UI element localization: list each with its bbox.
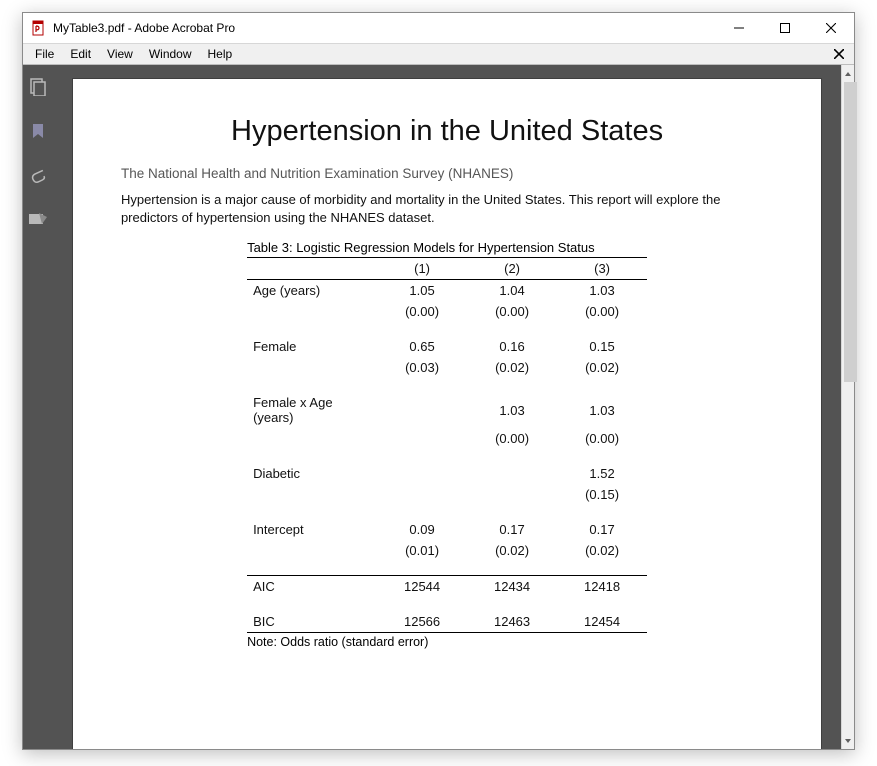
vertical-scrollbar[interactable]	[841, 65, 854, 749]
cell: 0.17	[557, 519, 647, 540]
cell: 12454	[557, 611, 647, 633]
signature-icon[interactable]	[26, 207, 50, 231]
cell: 1.04	[467, 280, 557, 302]
col-header-3: (3)	[557, 258, 647, 280]
cell: (0.00)	[557, 428, 647, 449]
menu-file[interactable]: File	[27, 45, 62, 63]
cell: 12566	[377, 611, 467, 633]
cell: (0.02)	[467, 540, 557, 561]
cell: 0.65	[377, 336, 467, 357]
cell: (0.00)	[467, 428, 557, 449]
cell: 0.17	[467, 519, 557, 540]
regression-table: Table 3: Logistic Regression Models for …	[247, 240, 647, 649]
titlebar: MyTable3.pdf - Adobe Acrobat Pro	[23, 13, 854, 43]
menu-edit[interactable]: Edit	[62, 45, 99, 63]
pdf-page: Hypertension in the United States The Na…	[73, 79, 821, 749]
row-label: Diabetic	[247, 463, 377, 484]
document-viewer: Hypertension in the United States The Na…	[53, 65, 854, 749]
bookmark-icon[interactable]	[26, 119, 50, 143]
menu-window[interactable]: Window	[141, 45, 200, 63]
scroll-down-button[interactable]	[842, 732, 854, 749]
cell: 0.15	[557, 336, 647, 357]
page-subtitle: The National Health and Nutrition Examin…	[121, 166, 773, 181]
cell: (0.00)	[557, 301, 647, 322]
cell: (0.02)	[557, 540, 647, 561]
menubar: File Edit View Window Help	[23, 43, 854, 65]
page-intro-text: Hypertension is a major cause of morbidi…	[121, 191, 773, 226]
thumbnails-icon[interactable]	[26, 75, 50, 99]
app-icon	[31, 20, 47, 36]
col-header-blank	[247, 258, 377, 280]
minimize-button[interactable]	[716, 13, 762, 43]
cell	[467, 463, 557, 484]
cell	[377, 392, 467, 428]
col-header-2: (2)	[467, 258, 557, 280]
maximize-button[interactable]	[762, 13, 808, 43]
cell: 1.52	[557, 463, 647, 484]
col-header-1: (1)	[377, 258, 467, 280]
attachment-icon[interactable]	[26, 163, 50, 187]
sidebar	[23, 65, 53, 749]
document-close-icon[interactable]	[828, 47, 850, 61]
row-label: AIC	[247, 575, 377, 597]
row-label: Age (years)	[247, 280, 377, 302]
cell	[377, 428, 467, 449]
table-caption: Table 3: Logistic Regression Models for …	[247, 240, 647, 257]
cell: (0.03)	[377, 357, 467, 378]
row-label: BIC	[247, 611, 377, 633]
cell	[467, 484, 557, 505]
cell: (0.01)	[377, 540, 467, 561]
table: (1) (2) (3) Age (years) 1.05 1.04 1.03	[247, 257, 647, 633]
row-label: Intercept	[247, 519, 377, 540]
cell	[377, 484, 467, 505]
cell	[377, 463, 467, 484]
cell: (0.02)	[557, 357, 647, 378]
app-window: MyTable3.pdf - Adobe Acrobat Pro File Ed…	[22, 12, 855, 750]
cell: 12463	[467, 611, 557, 633]
scrollbar-track[interactable]	[842, 82, 854, 732]
cell: (0.00)	[377, 301, 467, 322]
menu-view[interactable]: View	[99, 45, 141, 63]
table-note: Note: Odds ratio (standard error)	[247, 633, 647, 649]
cell: 0.09	[377, 519, 467, 540]
cell: 1.05	[377, 280, 467, 302]
close-button[interactable]	[808, 13, 854, 43]
cell: 12418	[557, 575, 647, 597]
cell: 1.03	[557, 280, 647, 302]
page-title: Hypertension in the United States	[121, 115, 773, 148]
cell: 12434	[467, 575, 557, 597]
cell: (0.15)	[557, 484, 647, 505]
scroll-up-button[interactable]	[842, 65, 854, 82]
cell: (0.00)	[467, 301, 557, 322]
row-label: Female	[247, 336, 377, 357]
cell: 1.03	[467, 392, 557, 428]
scrollbar-thumb[interactable]	[844, 82, 857, 382]
workarea: Hypertension in the United States The Na…	[23, 65, 854, 749]
cell: 12544	[377, 575, 467, 597]
cell: (0.02)	[467, 357, 557, 378]
window-controls	[716, 13, 854, 43]
window-title: MyTable3.pdf - Adobe Acrobat Pro	[53, 21, 235, 35]
cell: 1.03	[557, 392, 647, 428]
row-label: Female x Age (years)	[247, 392, 377, 428]
document-scroll-area[interactable]: Hypertension in the United States The Na…	[53, 65, 841, 749]
cell: 0.16	[467, 336, 557, 357]
menu-help[interactable]: Help	[200, 45, 241, 63]
